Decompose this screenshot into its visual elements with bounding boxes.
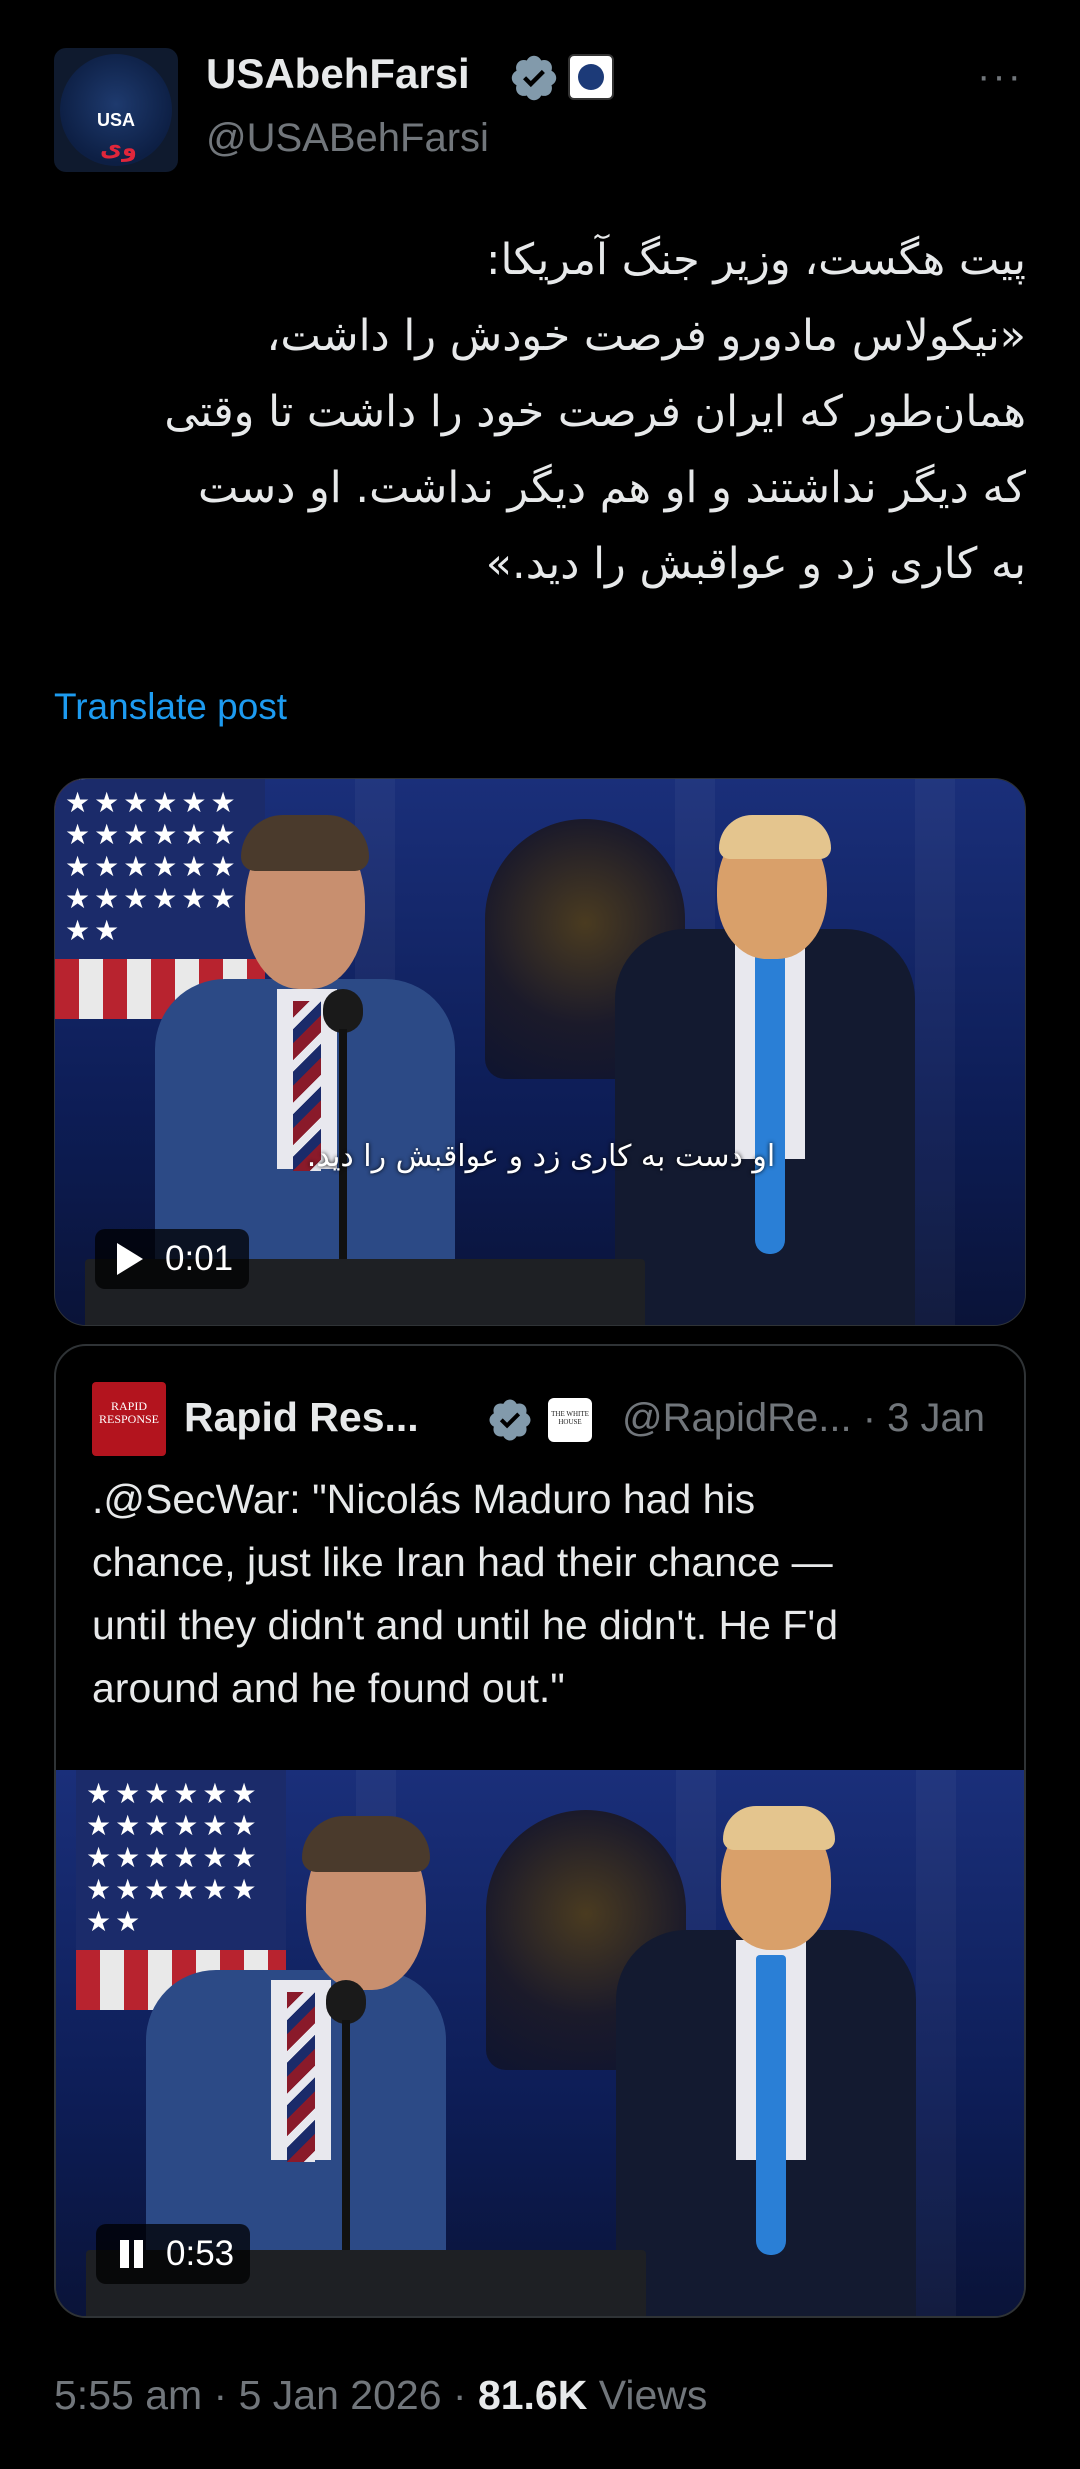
quoted-post-text: .@SecWar: "Nicolás Maduro had his chance…	[92, 1468, 996, 1720]
avatar-label: USA	[96, 110, 135, 130]
curtain	[916, 1770, 956, 2316]
play-icon[interactable]	[113, 1242, 147, 1276]
more-options-icon[interactable]: ···	[974, 56, 1026, 96]
flag-stars: ★★★★★★★★★★★★★★★★★★★★★★★★★★	[86, 1778, 261, 1937]
quoted-text-line: around and he found out."	[92, 1665, 565, 1711]
standing-man-hair	[723, 1806, 835, 1850]
quoted-handle-date[interactable]: @RapidRe... · 3 Jan	[622, 1396, 985, 1441]
microphone	[326, 1980, 366, 2024]
quoted-text-line: chance, just like Iran had their chance …	[92, 1539, 833, 1585]
quoted-post[interactable]: RAPID RESPONSE Rapid Res... THE WHITE HO…	[54, 1344, 1026, 2318]
author-avatar[interactable]: USA وی	[54, 48, 178, 172]
meta-separator: ·	[202, 2372, 239, 2418]
quoted-video-player[interactable]: ★★★★★★★★★★★★★★★★★★★★★★★★★★ 0:53	[56, 1770, 1024, 2316]
flag-canton: ★★★★★★★★★★★★★★★★★★★★★★★★★★	[55, 779, 265, 959]
standing-man-tie	[755, 954, 785, 1254]
avatar-accent: وی	[100, 135, 137, 162]
post-text-line: پیت هگست، وزیر جنگ آمریکا:	[486, 235, 1026, 285]
post-text-line: به کاری زد و عواقبش را دید.»	[485, 539, 1026, 589]
post-time[interactable]: 5:55 am	[54, 2372, 202, 2418]
video-timestamp: 0:53	[166, 2234, 235, 2273]
affiliation-badge[interactable]	[568, 54, 614, 100]
white-house-badge[interactable]: THE WHITE HOUSE	[548, 1398, 592, 1442]
pause-icon[interactable]	[114, 2237, 148, 2271]
video-play-control[interactable]: 0:01	[95, 1229, 250, 1289]
views-label: Views	[587, 2372, 708, 2418]
microphone-stand	[342, 2020, 350, 2270]
speaker-tie	[287, 1992, 315, 2162]
standing-man-tie	[756, 1955, 786, 2255]
speaker-hair	[302, 1816, 430, 1872]
views-count[interactable]: 81.6K	[478, 2372, 587, 2418]
post-header: USA وی USAbehFarsi @USABehFarsi ···	[54, 48, 1026, 178]
speaker-hair	[241, 815, 369, 871]
post-text-line: «نیکولاس مادورو فرصت خودش را داشت،	[266, 311, 1026, 361]
video-subtitle: او دست به کاری زد و عواقبش را دید.	[306, 1139, 776, 1174]
flag-canton: ★★★★★★★★★★★★★★★★★★★★★★★★★★	[76, 1770, 286, 1950]
post-meta: 5:55 am · 5 Jan 2026 · 81.6K Views	[54, 2372, 707, 2419]
post-text-line: همان‌طور که ایران فرصت خود را داشت تا وق…	[164, 387, 1026, 437]
quoted-text-line: until they didn't and until he didn't. H…	[92, 1602, 839, 1648]
flag-stars: ★★★★★★★★★★★★★★★★★★★★★★★★★★	[65, 787, 240, 946]
post-text: پیت هگست، وزیر جنگ آمریکا: «نیکولاس مادو…	[54, 222, 1026, 602]
meta-separator: ·	[441, 2372, 478, 2418]
video-timestamp: 0:01	[165, 1239, 234, 1278]
microphone	[323, 989, 363, 1033]
standing-man-hair	[719, 815, 831, 859]
rapid-response-logo[interactable]: RAPID RESPONSE	[92, 1382, 166, 1456]
quoted-author-name[interactable]: Rapid Res...	[184, 1394, 419, 1441]
video-player[interactable]: ★★★★★★★★★★★★★★★★★★★★★★★★★★ او دست به کار…	[54, 778, 1026, 1326]
post-date[interactable]: 5 Jan 2026	[239, 2372, 442, 2418]
verified-badge-icon[interactable]	[508, 52, 560, 104]
curtain	[915, 779, 955, 1325]
translate-post-link[interactable]: Translate post	[54, 686, 287, 728]
state-dept-seal-icon	[578, 64, 604, 90]
quoted-post-header: RAPID RESPONSE Rapid Res... THE WHITE HO…	[92, 1382, 996, 1456]
post-text-line: که دیگر نداشتند و او هم دیگر نداشت. او د…	[197, 463, 1026, 513]
video-pause-control[interactable]: 0:53	[96, 2224, 251, 2284]
quoted-text-line: .@SecWar: "Nicolás Maduro had his	[92, 1476, 756, 1522]
verified-badge-icon[interactable]	[486, 1396, 534, 1444]
author-display-name[interactable]: USAbehFarsi	[206, 50, 470, 98]
author-handle[interactable]: @USABehFarsi	[206, 116, 489, 161]
